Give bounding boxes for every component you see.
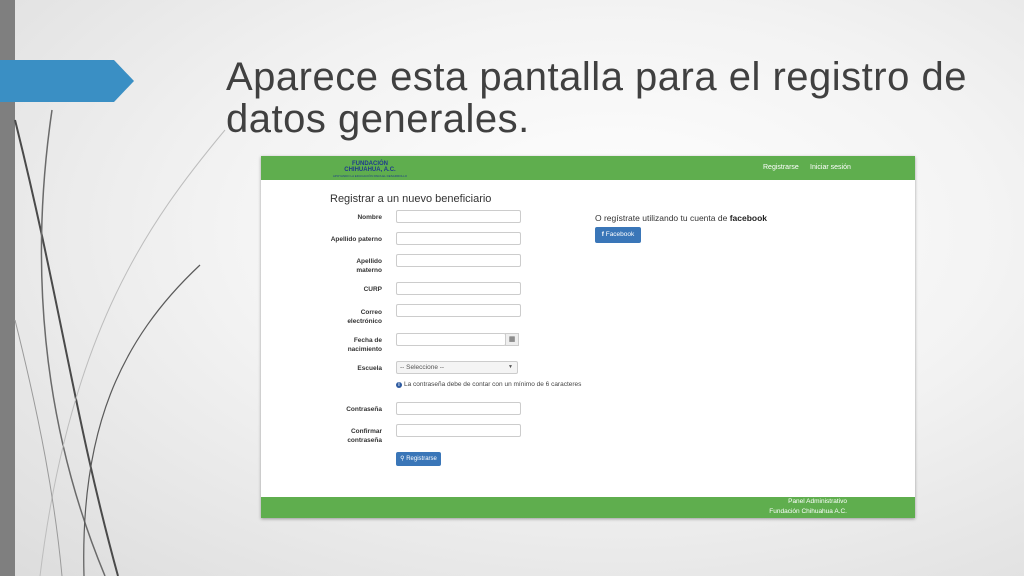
- facebook-brand: facebook: [729, 213, 768, 223]
- label-contrasena: Contraseña: [346, 406, 382, 413]
- contrasena-input[interactable]: [396, 402, 521, 415]
- label-curp: CURP: [363, 286, 382, 293]
- nav-login-link[interactable]: Iniciar sesión: [810, 164, 851, 171]
- info-icon: i: [396, 382, 402, 388]
- facebook-login-button[interactable]: f Facebook: [595, 227, 641, 243]
- facebook-button-label: Facebook: [605, 231, 635, 238]
- key-icon: ⚲: [400, 456, 405, 462]
- label-apellido-paterno: Apellido paterno: [330, 236, 382, 243]
- confirmar-contrasena-input[interactable]: [396, 424, 521, 437]
- slide-title-line2: datos generales.: [226, 97, 530, 141]
- label-apellido-materno-1: Apellido: [356, 258, 382, 265]
- app-screenshot: FUNDACIÓN CHIHUAHUA, A.C. APOYANDO LA ED…: [261, 156, 915, 518]
- footer-line-2: Fundación Chihuahua A.C.: [769, 508, 847, 515]
- logo-text-3: APOYANDO LA EDUCACIÓN PARA EL DESARROLLO: [332, 174, 408, 178]
- chevron-down-icon: ▼: [508, 364, 513, 370]
- label-fecha-1: Fecha de: [353, 337, 382, 344]
- facebook-f-icon: f: [601, 231, 604, 238]
- label-confirmar-2: contraseña: [347, 437, 382, 444]
- nav-register-link[interactable]: Registrarse: [763, 164, 799, 171]
- label-confirmar: Confirmar contraseña: [322, 427, 382, 445]
- apellido-paterno-input[interactable]: [396, 232, 521, 245]
- fecha-nacimiento-input[interactable]: [396, 333, 506, 346]
- label-escuela: Escuela: [357, 365, 382, 372]
- label-correo-2: electrónico: [347, 318, 382, 325]
- correo-input[interactable]: [396, 304, 521, 317]
- nombre-input[interactable]: [396, 210, 521, 223]
- label-confirmar-1: Confirmar: [350, 428, 382, 435]
- form-title: Registrar a un nuevo beneficiario: [330, 193, 492, 205]
- facebook-prompt: O regístrate utilizando tu cuenta de fac…: [595, 213, 767, 223]
- label-apellido-materno: Apellido materno: [322, 257, 382, 275]
- password-hint-text: La contraseña debe de contar con un míni…: [404, 381, 582, 388]
- password-hint: i La contraseña debe de contar con un mín…: [396, 381, 581, 388]
- footer-line-1: Panel Administrativo: [788, 498, 847, 505]
- brand-logo[interactable]: FUNDACIÓN CHIHUAHUA, A.C. APOYANDO LA ED…: [325, 161, 415, 178]
- label-correo-1: Correo: [360, 309, 382, 316]
- register-submit-label: Registrarse: [406, 456, 437, 462]
- accent-arrow-tab: [0, 60, 134, 102]
- label-fecha-2: nacimiento: [347, 346, 382, 353]
- footer-bar: Panel Administrativo Fundación Chihuahua…: [261, 497, 915, 518]
- label-fecha: Fecha de nacimiento: [322, 336, 382, 354]
- calendar-button[interactable]: ▦: [505, 333, 519, 346]
- slide-title-line1: Aparece esta pantalla para el registro d…: [226, 55, 967, 99]
- label-apellido-materno-2: materno: [356, 267, 382, 274]
- facebook-prompt-text: O regístrate utilizando tu cuenta de: [595, 213, 728, 223]
- slide-title: Aparece esta pantalla para el registro d…: [226, 56, 986, 140]
- label-correo: Correo electrónico: [322, 308, 382, 326]
- calendar-icon: ▦: [508, 336, 516, 343]
- register-submit-button[interactable]: ⚲ Registrarse: [396, 452, 441, 466]
- top-navbar: FUNDACIÓN CHIHUAHUA, A.C. APOYANDO LA ED…: [261, 156, 915, 180]
- curp-input[interactable]: [396, 282, 521, 295]
- apellido-materno-input[interactable]: [396, 254, 521, 267]
- logo-text-2: CHIHUAHUA, A.C.: [344, 167, 396, 173]
- escuela-selected-value: -- Seleccione --: [400, 364, 445, 371]
- escuela-select[interactable]: -- Seleccione -- ▼: [396, 361, 518, 374]
- label-nombre: Nombre: [357, 214, 382, 221]
